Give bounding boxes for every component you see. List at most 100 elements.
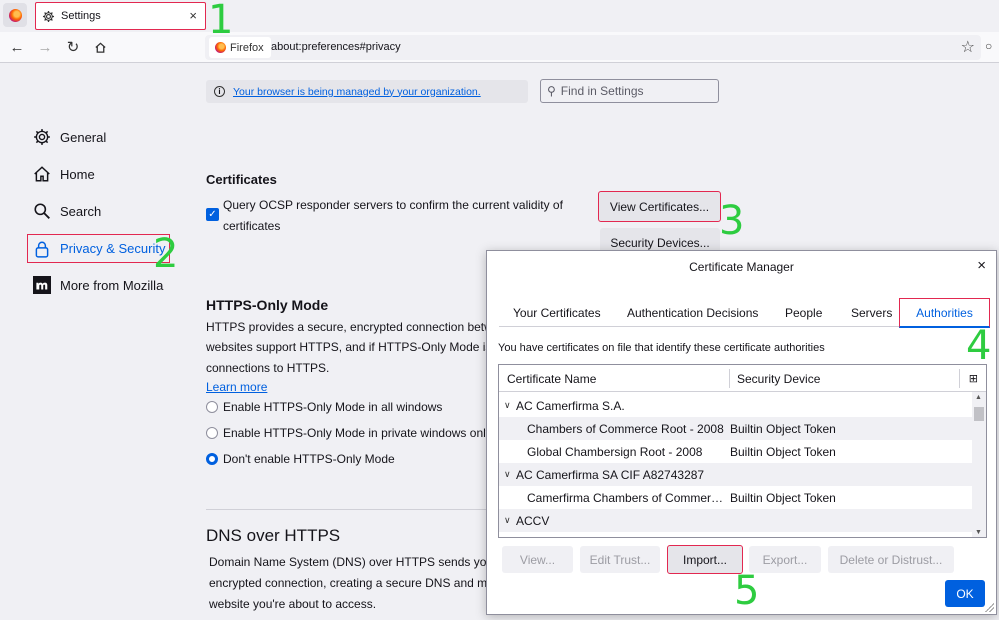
annotation-2: 2 (153, 231, 179, 277)
view-button[interactable]: View... (502, 546, 573, 573)
column-separator[interactable] (959, 369, 960, 388)
column-certificate-name[interactable]: Certificate Name (507, 372, 596, 386)
scroll-down-icon[interactable]: ▼ (975, 529, 982, 536)
bookmark-star-icon[interactable]: ☆ (961, 37, 975, 57)
security-device: Builtin Object Token (730, 490, 836, 505)
home-icon (32, 164, 52, 184)
home-icon[interactable] (92, 39, 108, 55)
table-row[interactable]: Camerfirma Chambers of Commerce Root Bui… (499, 486, 972, 509)
chevron-down-icon[interactable]: ∨ (504, 469, 511, 480)
sidebar-item-search[interactable]: Search (32, 198, 101, 224)
table-row[interactable]: Chambers of Commerce Root - 2008 Builtin… (499, 417, 972, 440)
dns-desc-line2: encrypted connection, creating a secure … (209, 576, 503, 590)
search-icon[interactable]: ○ (985, 39, 999, 57)
info-icon: i (214, 86, 225, 97)
view-certificates-button[interactable]: View Certificates... (598, 191, 721, 222)
dns-desc-line3: website you're about to access. (209, 597, 377, 611)
https-only-desc-line3: connections to HTTPS. (206, 361, 330, 375)
tab-close-icon[interactable]: × (189, 8, 197, 23)
search-icon: ⚲ (547, 84, 556, 98)
https-only-heading: HTTPS-Only Mode (206, 297, 329, 313)
reload-icon[interactable]: ↻ (65, 39, 81, 56)
certificates-heading: Certificates (206, 172, 277, 187)
firefox-logo-icon (8, 8, 22, 22)
dialog-description: You have certificates on file that ident… (498, 342, 825, 354)
sidebar-item-label: Privacy & Security (60, 241, 166, 256)
tab-your-certificates[interactable]: Your Certificates (505, 299, 609, 327)
forward-icon[interactable]: → (37, 39, 53, 56)
close-icon[interactable]: × (977, 257, 986, 274)
group-name: ACCV (516, 513, 550, 528)
gear-icon (42, 10, 55, 22)
https-only-desc-line2: websites support HTTPS, and if HTTPS-Onl… (206, 340, 509, 354)
radio-https-all-windows[interactable] (206, 401, 218, 413)
gear-icon (32, 127, 52, 147)
url-bar[interactable]: Firefox about:preferences#privacy ☆ (205, 35, 981, 60)
firefox-logo-icon (215, 42, 226, 53)
tab-bar: Settings × (0, 0, 999, 32)
ocsp-checkbox[interactable]: ✓ (206, 208, 219, 221)
annotation-3: 3 (719, 198, 745, 244)
import-button[interactable]: Import... (667, 545, 743, 574)
tab-settings[interactable]: Settings × (35, 2, 206, 30)
sidebar-item-label: More from Mozilla (60, 277, 164, 293)
certificate-manager-dialog: Certificate Manager × Your Certificates … (486, 250, 997, 615)
scroll-up-icon[interactable]: ▲ (975, 394, 982, 401)
security-device: Builtin Object Token (730, 444, 836, 459)
column-picker-icon[interactable]: ⊞ (969, 372, 978, 385)
delete-or-distrust-button[interactable]: Delete or Distrust... (828, 546, 954, 573)
learn-more-link[interactable]: Learn more (206, 380, 267, 394)
radio-label: Enable HTTPS-Only Mode in private window… (223, 426, 492, 440)
column-separator[interactable] (729, 369, 730, 388)
sidebar-item-privacy-security[interactable]: Privacy & Security (27, 234, 171, 263)
ok-button[interactable]: OK (945, 580, 985, 607)
find-in-settings-input[interactable]: ⚲ Find in Settings (540, 79, 719, 103)
edit-trust-button[interactable]: Edit Trust... (580, 546, 660, 573)
https-only-desc-line1: HTTPS provides a secure, encrypted conne… (206, 320, 507, 334)
certificate-tree[interactable]: Certificate Name Security Device ⊞ ∨ AC … (498, 364, 987, 538)
radio-label: Don't enable HTTPS-Only Mode (223, 452, 395, 466)
tab-title: Settings (61, 10, 101, 22)
back-icon[interactable]: ← (9, 39, 25, 56)
tab-servers[interactable]: Servers (843, 299, 900, 327)
managed-link[interactable]: Your browser is being managed by your or… (233, 86, 481, 98)
section-divider (206, 509, 506, 510)
sidebar-item-general[interactable]: General (32, 124, 106, 150)
scroll-thumb[interactable] (974, 407, 984, 421)
tree-scrollbar[interactable]: ▲ ▼ (972, 392, 986, 537)
firefox-view-button[interactable] (3, 3, 27, 27)
sidebar-item-home[interactable]: Home (32, 161, 95, 187)
table-row[interactable]: Global Chambersign Root - 2008 Builtin O… (499, 440, 972, 463)
sidebar-item-label: Search (60, 203, 102, 219)
sidebar-item-more-from-mozilla[interactable]: More from Mozilla (32, 272, 163, 298)
annotation-1: 1 (208, 0, 234, 43)
tree-group-row[interactable]: ∨ AC Camerfirma SA CIF A82743287 (499, 463, 972, 486)
radio-https-private-only[interactable] (206, 427, 218, 439)
export-button[interactable]: Export... (749, 546, 821, 573)
column-security-device[interactable]: Security Device (737, 372, 820, 386)
dns-heading: DNS over HTTPS (206, 526, 341, 545)
tree-group-row[interactable]: ∨ AC Camerfirma S.A. (499, 394, 972, 417)
annotation-5: 5 (734, 568, 760, 614)
dialog-title: Certificate Manager (689, 260, 794, 274)
radio-https-disabled[interactable] (206, 453, 218, 465)
certificate-name: Global Chambersign Root - 2008 (527, 444, 703, 459)
tab-people[interactable]: People (777, 299, 830, 327)
chevron-down-icon[interactable]: ∨ (504, 515, 511, 526)
search-icon (32, 201, 52, 221)
tree-group-row[interactable]: ∨ ACCV (499, 509, 972, 532)
url-text[interactable]: about:preferences#privacy (271, 41, 401, 53)
dns-desc-line1: Domain Name System (DNS) over HTTPS send… (209, 555, 512, 569)
navigation-toolbar: ← → ↻ Firefox about:preferences#privacy … (0, 32, 999, 63)
certificate-name: Chambers of Commerce Root - 2008 (527, 421, 724, 436)
managed-notice: i Your browser is being managed by your … (206, 80, 528, 103)
sidebar-item-label: General (60, 129, 107, 145)
identity-label: Firefox (230, 41, 264, 54)
resize-grip-icon[interactable] (984, 602, 994, 612)
ocsp-label-line2: certificates (223, 219, 281, 233)
chevron-down-icon[interactable]: ∨ (504, 400, 511, 411)
dialog-tabs: Your Certificates Authentication Decisio… (499, 298, 990, 328)
group-name: AC Camerfirma SA CIF A82743287 (516, 467, 705, 482)
tab-authentication-decisions[interactable]: Authentication Decisions (619, 299, 766, 327)
certificate-name: Camerfirma Chambers of Commerce Root (527, 490, 727, 505)
